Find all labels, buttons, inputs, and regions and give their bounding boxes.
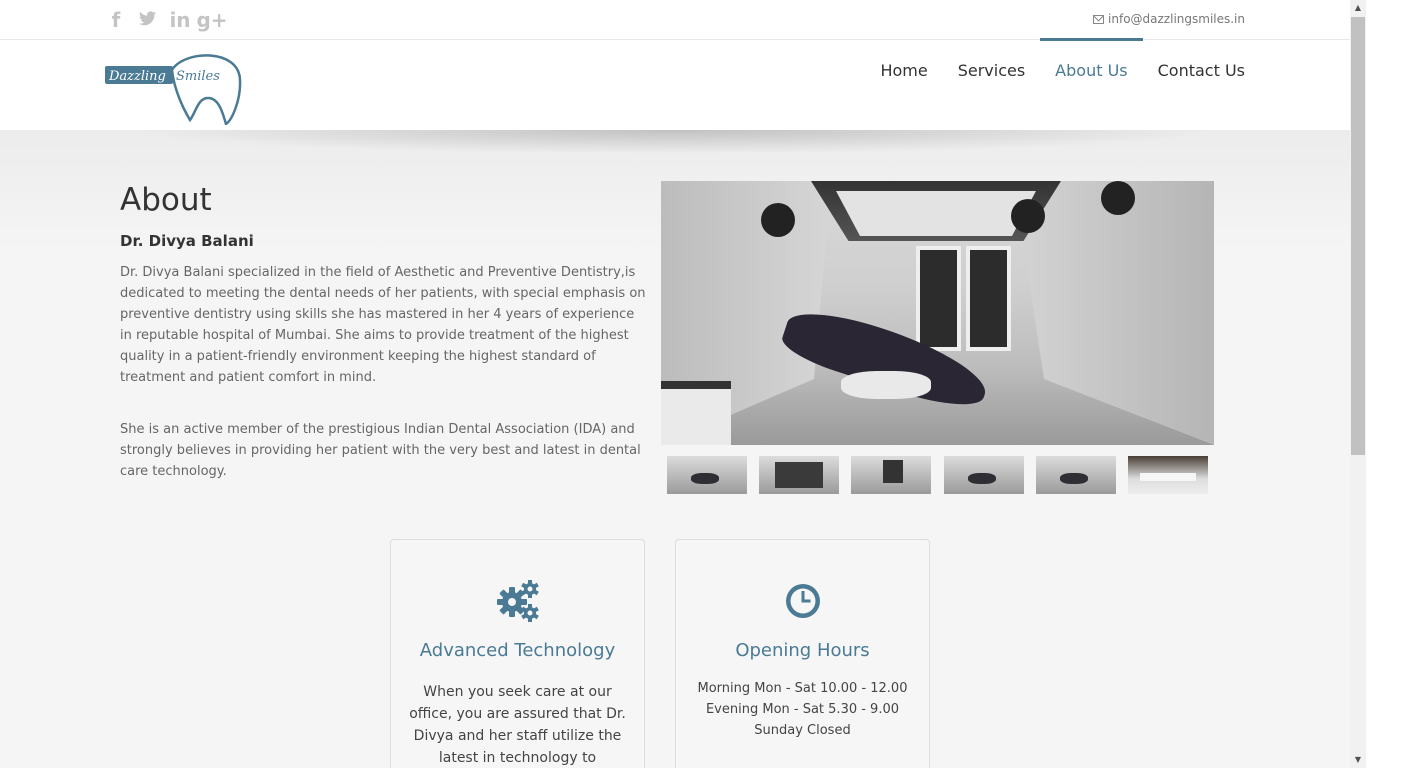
- facebook-icon[interactable]: f: [100, 6, 132, 34]
- gears-icon: [496, 580, 539, 622]
- nav-contact-us[interactable]: Contact Us: [1143, 40, 1245, 100]
- opening-hours-title: Opening Hours: [735, 640, 870, 661]
- nav-home[interactable]: Home: [865, 40, 942, 100]
- social-links: f in g+: [100, 6, 228, 34]
- technology-title: Advanced Technology: [419, 640, 616, 661]
- envelope-icon: [1093, 14, 1105, 24]
- scrollbar-thumb[interactable]: [1351, 17, 1365, 455]
- header: Dazzling Smiles Home Services About Us C…: [0, 38, 1350, 130]
- nav-about-us[interactable]: About Us: [1040, 38, 1144, 100]
- gallery-thumbnail[interactable]: [1127, 456, 1208, 494]
- page-title: About: [120, 182, 212, 218]
- opening-hours-card: Opening Hours Morning Mon - Sat 10.00 - …: [675, 539, 930, 768]
- about-section: About Dr. Divya Balani Dr. Divya Balani …: [120, 182, 650, 482]
- gallery-thumbnail[interactable]: [759, 456, 840, 494]
- logo-text-dazzling: Dazzling: [108, 69, 166, 84]
- main-content: About Dr. Divya Balani Dr. Divya Balani …: [0, 130, 1350, 768]
- gallery-thumbnail[interactable]: [943, 456, 1024, 494]
- about-paragraph-2: She is an active member of the prestigio…: [120, 422, 641, 479]
- google-plus-icon[interactable]: g+: [196, 6, 228, 34]
- email-text[interactable]: info@dazzlingsmiles.in: [1108, 12, 1245, 26]
- nav-services[interactable]: Services: [943, 40, 1040, 100]
- gallery-thumbnail[interactable]: [851, 456, 932, 494]
- clock-icon: [785, 584, 820, 618]
- logo-text-smiles: Smiles: [176, 69, 220, 84]
- hours-morning: Morning Mon - Sat 10.00 - 12.00: [697, 681, 908, 696]
- clinic-photo: [661, 181, 1214, 445]
- scroll-up-arrow-icon[interactable]: ▲: [1350, 0, 1366, 16]
- hours-evening: Evening Mon - Sat 5.30 - 9.00: [705, 702, 900, 717]
- opening-hours-list: Morning Mon - Sat 10.00 - 12.00 Evening …: [676, 678, 929, 741]
- gallery-thumbnails: [661, 456, 1214, 494]
- twitter-icon[interactable]: [132, 6, 164, 34]
- window-margin: [1366, 0, 1422, 768]
- linkedin-icon[interactable]: in: [164, 6, 196, 34]
- gallery-thumbnail[interactable]: [1035, 456, 1116, 494]
- email-link[interactable]: info@dazzlingsmiles.in: [1093, 12, 1245, 26]
- scroll-down-arrow-icon[interactable]: ▼: [1350, 752, 1366, 768]
- top-bar: f in g+ info@dazzlingsmiles.in: [0, 0, 1350, 40]
- technology-card: Advanced Technology When you seek care a…: [390, 539, 645, 768]
- main-nav: Home Services About Us Contact Us: [865, 38, 1245, 100]
- doctor-name: Dr. Divya Balani: [120, 232, 254, 250]
- logo[interactable]: Dazzling Smiles: [104, 50, 244, 126]
- technology-text: When you seek care at our office, you ar…: [409, 684, 626, 766]
- header-shadow: [130, 130, 1220, 154]
- vertical-scrollbar[interactable]: ▲ ▼: [1350, 0, 1366, 768]
- about-paragraph-1: Dr. Divya Balani specialized in the fiel…: [120, 265, 646, 385]
- hours-sunday: Sunday Closed: [754, 723, 851, 738]
- gallery-thumbnail[interactable]: [667, 456, 747, 494]
